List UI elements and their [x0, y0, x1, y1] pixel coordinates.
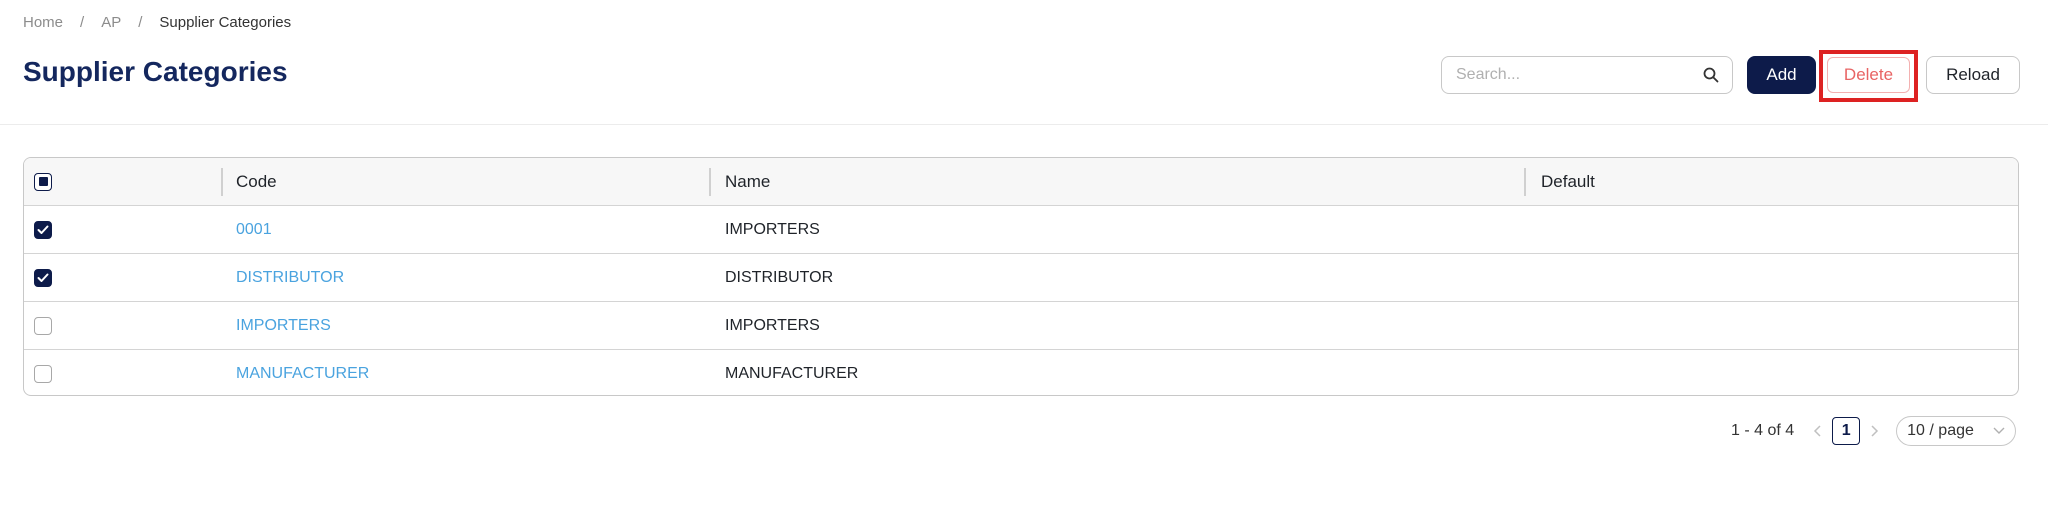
name-cell: IMPORTERS — [725, 316, 820, 334]
check-icon — [37, 273, 49, 282]
table-row[interactable]: DISTRIBUTOR DISTRIBUTOR — [24, 254, 2018, 302]
code-link[interactable]: IMPORTERS — [236, 302, 331, 349]
header-divider — [0, 124, 2048, 125]
column-header-default[interactable]: Default — [1541, 158, 1595, 205]
reload-button[interactable]: Reload — [1926, 56, 2020, 94]
row-checkbox[interactable] — [34, 365, 52, 383]
search-icon[interactable] — [1702, 66, 1720, 84]
row-select-cell — [34, 254, 52, 301]
row-checkbox[interactable] — [34, 316, 52, 335]
select-all-checkbox[interactable] — [34, 172, 52, 191]
breadcrumb-ap[interactable]: AP — [101, 14, 121, 31]
column-separator[interactable] — [709, 168, 711, 196]
name-cell: DISTRIBUTOR — [725, 268, 834, 286]
table-header-row: Code Name Default — [24, 158, 2018, 206]
chevron-right-icon[interactable] — [1864, 425, 1884, 437]
row-checkbox[interactable] — [34, 220, 52, 239]
breadcrumb-home[interactable]: Home — [23, 14, 63, 31]
table-row[interactable]: 0001 IMPORTERS — [24, 206, 2018, 254]
code-link[interactable]: 0001 — [236, 206, 272, 253]
check-icon — [37, 225, 49, 234]
page-size-select[interactable]: 10 / page — [1896, 416, 2017, 446]
page-number-current[interactable]: 1 — [1832, 417, 1861, 445]
code-link[interactable]: MANUFACTURER — [236, 350, 369, 395]
chevron-left-icon[interactable] — [1808, 425, 1828, 437]
search-input[interactable] — [1454, 65, 1702, 85]
name-cell: MANUFACTURER — [725, 365, 859, 382]
search-box[interactable] — [1441, 56, 1733, 94]
column-header-code[interactable]: Code — [236, 158, 277, 205]
delete-button[interactable]: Delete — [1827, 57, 1910, 93]
table-row[interactable]: MANUFACTURER MANUFACTURER — [24, 350, 2018, 395]
chevron-down-icon — [1993, 422, 2005, 440]
select-all-cell — [34, 158, 52, 205]
column-separator[interactable] — [221, 168, 223, 196]
table-row[interactable]: IMPORTERS IMPORTERS — [24, 302, 2018, 350]
column-header-name[interactable]: Name — [725, 158, 770, 205]
row-select-cell — [34, 302, 52, 349]
pagination-range: 1 - 4 of 4 — [1731, 422, 1795, 439]
breadcrumb: Home / AP / Supplier Categories — [23, 14, 291, 31]
page-size-value: 10 / page — [1907, 422, 1974, 439]
add-button[interactable]: Add — [1747, 56, 1816, 94]
page-title: Supplier Categories — [23, 56, 288, 87]
name-cell: IMPORTERS — [725, 220, 820, 238]
breadcrumb-current: Supplier Categories — [159, 14, 292, 31]
pagination: 1 - 4 of 4 1 10 / page — [1731, 416, 2017, 446]
code-link[interactable]: DISTRIBUTOR — [236, 254, 344, 301]
supplier-categories-table: Code Name Default 0001 IMPORTERS DISTRIB… — [23, 157, 2019, 396]
row-select-cell — [34, 206, 52, 253]
row-select-cell — [34, 350, 52, 395]
row-checkbox[interactable] — [34, 268, 52, 287]
breadcrumb-separator: / — [80, 14, 85, 31]
column-separator[interactable] — [1524, 168, 1526, 196]
breadcrumb-separator: / — [138, 14, 143, 31]
indeterminate-mark — [38, 177, 48, 186]
